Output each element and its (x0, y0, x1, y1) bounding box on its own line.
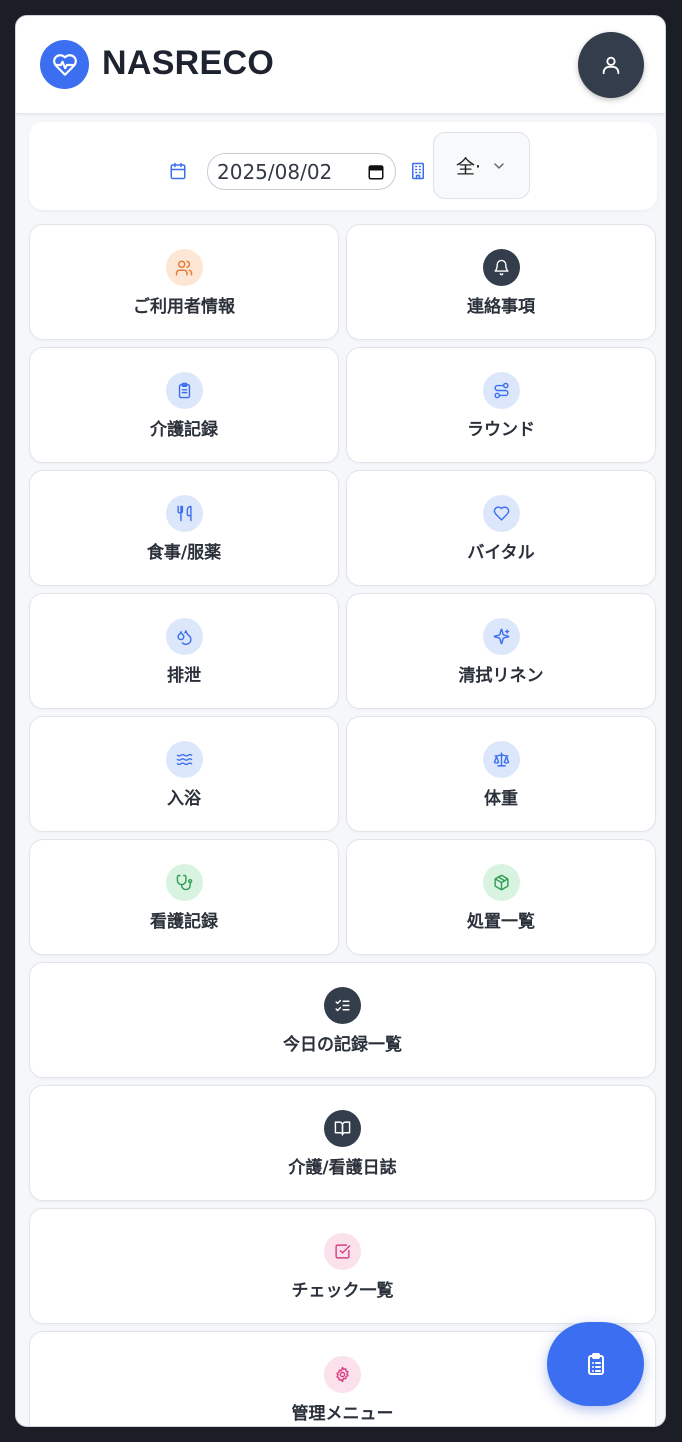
menu-item-check-list[interactable]: チェック一覧 (29, 1208, 656, 1324)
menu-item-vitals[interactable]: バイタル (346, 470, 656, 586)
menu-item-label: 今日の記録一覧 (283, 1035, 402, 1055)
bell-icon (482, 249, 520, 286)
filter-bar: 2025/08/02 全· (29, 122, 657, 210)
menu-item-label: 食事/服薬 (146, 543, 222, 563)
heart-icon (482, 495, 520, 532)
menu-item-notices[interactable]: 連絡事項 (346, 224, 656, 340)
menu-item-label: ご利用者情報 (133, 297, 235, 317)
menu-item-today-records[interactable]: 今日の記録一覧 (29, 962, 656, 1078)
waves-icon (165, 741, 203, 778)
menu-item-label: 清拭リネン (458, 666, 544, 686)
menu-item-label: ラウンド (467, 420, 535, 440)
scale-icon (482, 741, 520, 778)
menu-item-label: バイタル (467, 543, 535, 563)
sparkles-icon (482, 618, 520, 655)
menu-item-label: 看護記録 (150, 912, 218, 932)
menu-item-treatments[interactable]: 処置一覧 (346, 839, 656, 955)
clipboard-list-icon (587, 1353, 604, 1375)
book-open-icon (324, 1110, 361, 1147)
menu-item-user-info[interactable]: ご利用者情報 (29, 224, 339, 340)
chevron-down-icon (494, 162, 504, 169)
utensils-icon (165, 495, 203, 532)
date-input[interactable]: 2025/08/02 (207, 153, 396, 190)
droplets-icon (165, 618, 203, 655)
package-icon (482, 864, 520, 901)
gear-icon (324, 1356, 361, 1393)
facility-select[interactable]: 全· (433, 132, 530, 199)
date-value: 2025/08/02 (217, 159, 333, 184)
list-checks-icon (324, 987, 361, 1024)
users-icon (165, 249, 203, 286)
menu-item-label: 管理メニュー (291, 1404, 394, 1424)
calendar-picker-icon[interactable] (367, 163, 385, 181)
menu-item-meals-medication[interactable]: 食事/服薬 (29, 470, 339, 586)
menu-item-label: チェック一覧 (291, 1281, 394, 1301)
facility-value: 全· (455, 156, 482, 178)
menu-item-weight[interactable]: 体重 (346, 716, 656, 832)
app-title: NASRECO (102, 44, 275, 82)
menu-item-bathing[interactable]: 入浴 (29, 716, 339, 832)
menu-item-label: 排泄 (167, 666, 201, 686)
app-frame: NASRECO 2025/08/02 全· ご利用者情報 連絡事項 介護記録 ラ… (15, 15, 666, 1427)
quick-record-fab[interactable] (547, 1322, 644, 1406)
menu-item-label: 体重 (484, 789, 518, 809)
menu-item-nursing-records[interactable]: 看護記録 (29, 839, 339, 955)
menu-item-label: 処置一覧 (467, 912, 535, 932)
user-icon (602, 56, 620, 75)
menu-item-round[interactable]: ラウンド (346, 347, 656, 463)
building-icon (412, 162, 424, 180)
menu-item-excretion[interactable]: 排泄 (29, 593, 339, 709)
stethoscope-icon (165, 864, 203, 901)
calendar-icon (170, 162, 186, 180)
menu-item-care-nursing-journal[interactable]: 介護/看護日誌 (29, 1085, 656, 1201)
menu-item-care-records[interactable]: 介護記録 (29, 347, 339, 463)
clipboard-icon (165, 372, 203, 409)
heart-pulse-icon (40, 40, 89, 89)
square-check-icon (324, 1233, 361, 1270)
menu-item-label: 介護/看護日誌 (288, 1158, 397, 1178)
user-menu-button[interactable] (578, 32, 644, 98)
app-header: NASRECO (16, 16, 665, 114)
menu-item-label: 介護記録 (150, 420, 218, 440)
menu-item-label: 入浴 (167, 789, 201, 809)
menu-item-label: 連絡事項 (467, 297, 535, 317)
route-icon (482, 372, 520, 409)
menu-item-wiping-linen[interactable]: 清拭リネン (346, 593, 656, 709)
